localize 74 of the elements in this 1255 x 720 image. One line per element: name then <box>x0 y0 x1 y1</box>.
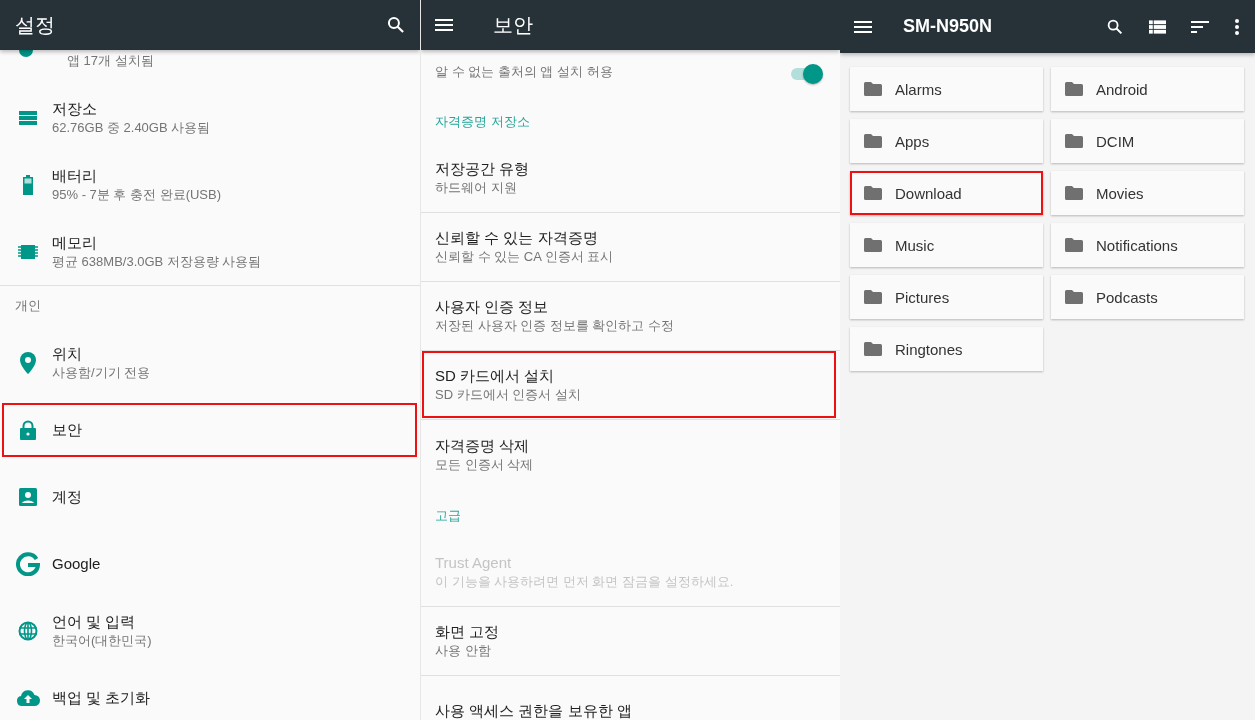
battery-icon <box>21 174 34 195</box>
item-title[interactable]: 메모리 <box>52 232 262 253</box>
item-subtitle: 신뢰할 수 있는 CA 인증서 표시 <box>435 248 615 266</box>
item-title[interactable]: 위치 <box>52 343 151 364</box>
folder-icon <box>864 186 882 200</box>
item-subtitle: 저장된 사용자 인증 정보를 확인하고 수정 <box>435 317 676 335</box>
folder-card[interactable]: Movies <box>1051 171 1244 215</box>
item-title[interactable]: SD 카드에서 설치 <box>435 366 826 386</box>
folder-icon <box>1065 290 1083 304</box>
folder-card[interactable]: DCIM <box>1051 119 1244 163</box>
item-title[interactable]: 배터리 <box>52 165 222 186</box>
folder-icon <box>1065 238 1083 252</box>
item-title[interactable]: 저장소 <box>52 98 211 119</box>
item-title[interactable]: 사용자 인증 정보 <box>435 297 826 317</box>
cloud-upload-icon <box>15 689 40 706</box>
folder-card[interactable]: Notifications <box>1051 223 1244 267</box>
item-title[interactable]: 자격증명 삭제 <box>435 435 826 456</box>
item-subtitle: 62.76GB 중 2.40GB 사용됨 <box>52 118 211 137</box>
item-title[interactable]: 사용 액세스 권한을 보유한 앱 <box>435 700 826 720</box>
item-subtitle: 95% - 7분 후 충전 완료(USB) <box>52 185 222 204</box>
folder-card[interactable]: Music <box>850 223 1043 267</box>
item-subtitle: 사용 안함 <box>435 642 492 660</box>
item-title[interactable]: 화면 고정 <box>435 622 826 642</box>
folder-icon <box>1065 186 1083 200</box>
search-icon[interactable] <box>386 15 406 35</box>
folder-icon <box>864 342 882 356</box>
item-title[interactable]: 보안 <box>52 419 82 440</box>
more-options-icon[interactable] <box>1235 18 1239 35</box>
folder-card[interactable]: Podcasts <box>1051 275 1244 319</box>
screen-title: SM-N950N <box>903 16 993 37</box>
storage-icon <box>17 109 38 126</box>
item-title[interactable]: 신뢰할 수 있는 자격증명 <box>435 228 826 248</box>
search-icon[interactable] <box>1106 17 1124 36</box>
folder-card[interactable]: Download <box>850 171 1043 215</box>
screen-title: 보안 <box>493 12 533 38</box>
lock-icon <box>19 419 36 440</box>
folder-icon <box>864 290 882 304</box>
folder-icon <box>864 134 882 148</box>
sort-icon[interactable] <box>1191 20 1209 33</box>
item-subtitle: 알 수 없는 출처의 앱 설치 허용 <box>435 63 613 81</box>
item-title[interactable]: 언어 및 입력 <box>52 611 152 632</box>
menu-icon[interactable] <box>435 19 453 31</box>
item-title[interactable]: 백업 및 초기화 <box>52 687 151 708</box>
folder-icon <box>864 238 882 252</box>
folder-card[interactable]: Alarms <box>850 67 1043 111</box>
folder-card[interactable]: Apps <box>850 119 1043 163</box>
folder-icon <box>1065 134 1083 148</box>
item-subtitle: 한국어(대한민국) <box>52 631 152 650</box>
location-pin-icon <box>19 351 36 374</box>
item-subtitle: 평균 638MB/3.0GB 저장용량 사용됨 <box>52 252 262 271</box>
item-title[interactable]: 계정 <box>52 486 82 507</box>
item-subtitle: SD 카드에서 인증서 설치 <box>435 386 582 404</box>
folder-icon <box>864 82 882 96</box>
section-header: 개인 <box>15 298 41 313</box>
toggle-switch[interactable] <box>791 64 823 84</box>
item-title[interactable]: 저장공간 유형 <box>435 159 826 179</box>
section-header: 자격증명 저장소 <box>435 114 530 129</box>
item-subtitle: 하드웨어 지원 <box>435 179 518 197</box>
item-subtitle: 사용함/기기 전용 <box>52 363 151 382</box>
screen-title: 설정 <box>15 12 55 38</box>
item-title[interactable]: Google <box>52 553 101 574</box>
account-icon <box>18 487 37 506</box>
chip-icon <box>17 242 38 261</box>
folder-card[interactable]: Android <box>1051 67 1244 111</box>
folder-icon <box>1065 82 1083 96</box>
google-icon <box>15 551 40 576</box>
folder-card[interactable]: Pictures <box>850 275 1043 319</box>
menu-icon[interactable] <box>854 20 872 33</box>
section-header: 고급 <box>435 508 461 523</box>
list-view-icon[interactable] <box>1149 19 1166 34</box>
globe-icon <box>17 620 38 641</box>
item-subtitle: 모든 인증서 삭제 <box>435 455 535 474</box>
item-subtitle: 앱 17개 설치됨 <box>67 52 154 70</box>
folder-card[interactable]: Ringtones <box>850 327 1043 371</box>
